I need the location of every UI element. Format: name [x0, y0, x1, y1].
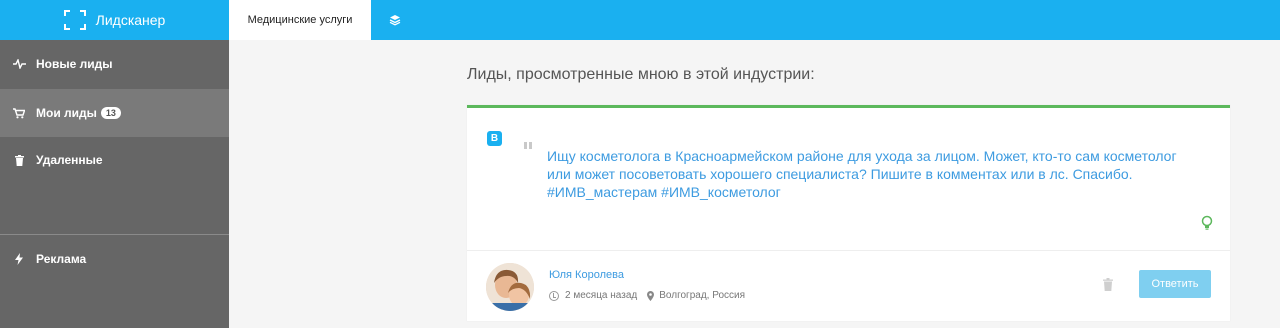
sidebar-item-label: Удаленные	[36, 153, 103, 167]
lead-time: 2 месяца назад	[565, 290, 638, 301]
avatar[interactable]	[486, 263, 534, 311]
lead-card: B Ищу косметолога в Красноармейском райо…	[467, 105, 1230, 321]
quote-icon	[524, 141, 534, 151]
lightbulb-icon[interactable]	[1201, 215, 1213, 231]
scanner-logo-icon	[63, 10, 86, 30]
lead-meta: 2 месяца назад Волгоград, Россия	[549, 290, 745, 301]
count-badge: 13	[100, 107, 121, 119]
card-divider	[467, 250, 1230, 251]
sidebar-item-ads[interactable]: Реклама	[0, 235, 229, 283]
sidebar-item-label: Новые лиды	[36, 57, 113, 71]
vk-source-icon[interactable]: B	[487, 131, 502, 146]
sidebar-item-my-leads[interactable]: Мои лиды 13	[0, 89, 229, 137]
delete-lead-button[interactable]	[1103, 278, 1113, 291]
sidebar-item-label: Мои лиды	[36, 106, 97, 120]
lead-text[interactable]: Ищу косметолога в Красноармейском районе…	[547, 147, 1187, 201]
brand[interactable]: Лидсканер	[0, 0, 229, 40]
app-title: Лидсканер	[95, 12, 166, 28]
sidebar-item-label: Реклама	[36, 252, 87, 266]
sidebar-item-new-leads[interactable]: Новые лиды	[0, 40, 229, 88]
lightning-icon	[12, 253, 26, 265]
top-bar: Лидсканер Медицинские услуги	[0, 0, 1280, 40]
sidebar-item-deleted[interactable]: Удаленные	[0, 136, 229, 184]
location-pin-icon	[647, 290, 655, 301]
trash-icon	[12, 154, 26, 166]
layers-button[interactable]	[380, 0, 410, 40]
sidebar: Новые лиды Мои лиды 13 Удаленные Реклама	[0, 40, 229, 328]
tab-medical-services[interactable]: Медицинские услуги	[229, 0, 371, 40]
layers-icon	[389, 15, 401, 26]
pulse-icon	[12, 59, 26, 69]
lead-location: Волгоград, Россия	[659, 290, 746, 301]
reply-button[interactable]: Ответить	[1139, 270, 1211, 298]
page-heading: Лиды, просмотренные мною в этой индустри…	[467, 66, 815, 83]
trash-icon	[1103, 278, 1113, 291]
cart-icon	[12, 107, 26, 119]
clock-icon	[549, 290, 559, 301]
author-name[interactable]: Юля Королева	[549, 269, 624, 281]
